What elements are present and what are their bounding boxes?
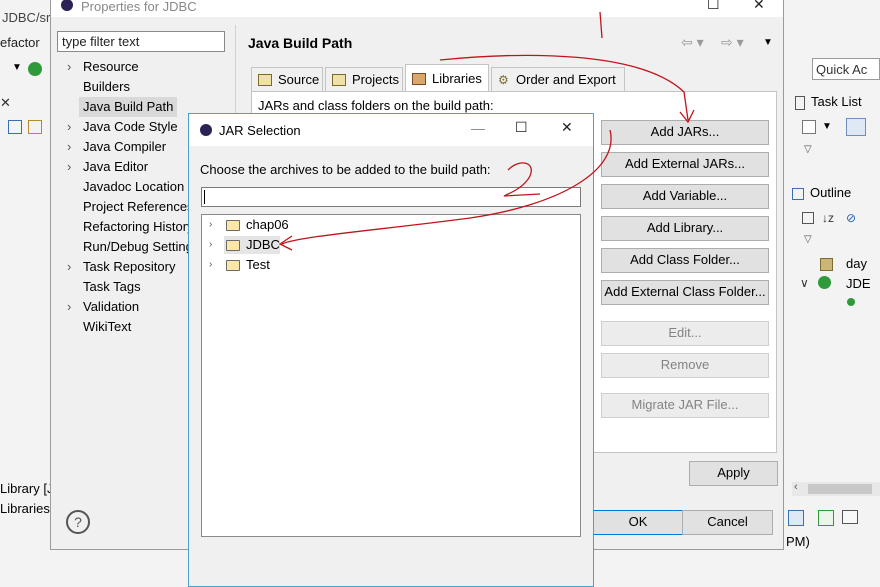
annotation-arrow-2 <box>278 129 612 251</box>
annotation-step2-label: 2 <box>510 170 511 171</box>
annotation-overlay <box>278 11 695 251</box>
annotation-step1-label: 1 <box>597 6 598 7</box>
annotation-arrow-1 <box>439 11 695 124</box>
annotation-number-2 <box>503 162 541 197</box>
